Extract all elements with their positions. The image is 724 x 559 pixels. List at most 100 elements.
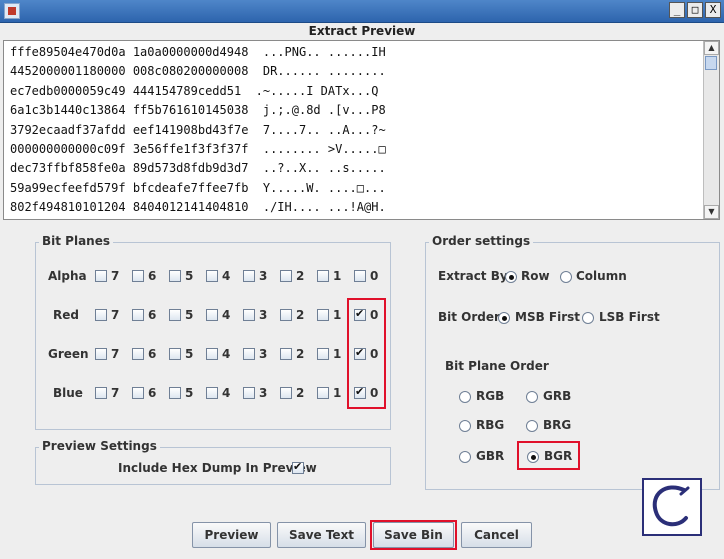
lsb-first-label[interactable]: LSB First xyxy=(599,310,660,324)
highlight-bit0-column xyxy=(347,298,386,409)
include-hex-label: Include Hex Dump In Preview xyxy=(118,461,317,475)
bit-number-label: 5 xyxy=(185,386,194,400)
bit-number-label: 2 xyxy=(296,269,305,283)
bit-checkbox-blue-1[interactable] xyxy=(317,387,329,399)
bit-number-label: 6 xyxy=(148,386,157,400)
hex-line: ec7edb0000059c49 444154789cedd51 .~.....… xyxy=(10,83,379,98)
hex-line: 000000000000c09f 3e56ffe1f3f3f37f ......… xyxy=(10,142,386,157)
bit-checkbox-red-1[interactable] xyxy=(317,309,329,321)
bit-checkbox-red-6[interactable] xyxy=(132,309,144,321)
bit-plane-row-label: Alpha xyxy=(48,269,87,283)
bit-number-label: 4 xyxy=(222,269,231,283)
bit-number-label: 1 xyxy=(333,269,342,283)
bit-planes-legend: Bit Planes xyxy=(39,234,114,248)
bit-checkbox-alpha-0[interactable] xyxy=(354,270,366,282)
bit-plane-row-label: Red xyxy=(53,308,79,322)
plane-order-rbg-radio[interactable] xyxy=(459,420,471,432)
bit-checkbox-alpha-6[interactable] xyxy=(132,270,144,282)
bit-checkbox-alpha-1[interactable] xyxy=(317,270,329,282)
order-settings-legend: Order settings xyxy=(429,234,534,248)
bit-checkbox-red-5[interactable] xyxy=(169,309,181,321)
preview-settings-group: Preview Settings Include Hex Dump In Pre… xyxy=(35,439,391,485)
bit-plane-row-label: Green xyxy=(48,347,89,361)
scroll-down-icon[interactable]: ▼ xyxy=(704,205,719,219)
preview-settings-legend: Preview Settings xyxy=(39,439,160,453)
plane-order-brg-radio[interactable] xyxy=(526,420,538,432)
scroll-thumb[interactable] xyxy=(705,56,717,70)
bit-checkbox-red-3[interactable] xyxy=(243,309,255,321)
bit-number-label: 7 xyxy=(111,269,120,283)
bit-checkbox-green-2[interactable] xyxy=(280,348,292,360)
plane-order-rgb-radio[interactable] xyxy=(459,391,471,403)
bit-checkbox-blue-6[interactable] xyxy=(132,387,144,399)
extract-by-row-label[interactable]: Row xyxy=(521,269,550,283)
logo xyxy=(642,478,702,536)
vertical-scrollbar[interactable]: ▲ ▼ xyxy=(703,41,719,219)
extract-by-column-radio[interactable] xyxy=(560,271,572,283)
bit-checkbox-alpha-7[interactable] xyxy=(95,270,107,282)
bit-checkbox-green-4[interactable] xyxy=(206,348,218,360)
hex-line: 4452000001180000 008c080200000008 DR....… xyxy=(10,64,386,79)
plane-order-brg-label[interactable]: BRG xyxy=(543,418,571,432)
bit-number-label: 7 xyxy=(111,386,120,400)
bit-checkbox-blue-5[interactable] xyxy=(169,387,181,399)
window-titlebar[interactable]: _ □ X xyxy=(0,0,724,23)
msb-first-radio[interactable] xyxy=(498,312,510,324)
minimize-button[interactable]: _ xyxy=(669,2,685,18)
cancel-button[interactable]: Cancel xyxy=(461,522,532,548)
bit-planes-group: Bit Planes Alpha76543210Red76543210Green… xyxy=(35,234,391,430)
bit-checkbox-blue-2[interactable] xyxy=(280,387,292,399)
bit-checkbox-green-3[interactable] xyxy=(243,348,255,360)
hex-line: dec73ffbf858fe0a 89d573d8fdb9d3d7 ..?..X… xyxy=(10,161,386,176)
bit-checkbox-alpha-4[interactable] xyxy=(206,270,218,282)
plane-order-rgb-label[interactable]: RGB xyxy=(476,389,504,403)
order-settings-group: Order settings Extract By Row Column Bit… xyxy=(425,234,720,490)
bit-checkbox-blue-7[interactable] xyxy=(95,387,107,399)
preview-title: Extract Preview xyxy=(308,24,416,38)
extract-by-column-label[interactable]: Column xyxy=(576,269,627,283)
plane-order-gbr-label[interactable]: GBR xyxy=(476,449,504,463)
bit-checkbox-alpha-2[interactable] xyxy=(280,270,292,282)
bit-number-label: 6 xyxy=(148,308,157,322)
window-controls: _ □ X xyxy=(669,2,721,18)
include-hex-checkbox[interactable] xyxy=(292,460,304,474)
app-icon xyxy=(4,3,20,19)
extract-by-row-radio[interactable] xyxy=(505,271,517,283)
highlight-bgr-option xyxy=(517,441,580,470)
save-text-button[interactable]: Save Text xyxy=(277,522,366,548)
bit-checkbox-blue-4[interactable] xyxy=(206,387,218,399)
bit-number-label: 2 xyxy=(296,308,305,322)
bit-number-label: 7 xyxy=(111,308,120,322)
plane-order-rbg-label[interactable]: RBG xyxy=(476,418,504,432)
hex-line: 1012047eedfe0fd3 739b95dd39c3f4dc ...~..… xyxy=(10,218,386,219)
bit-number-label: 3 xyxy=(259,269,268,283)
lsb-first-radio[interactable] xyxy=(582,312,594,324)
bit-number-label: 5 xyxy=(185,347,194,361)
bit-number-label: 5 xyxy=(185,269,194,283)
bit-number-label: 1 xyxy=(333,386,342,400)
bit-checkbox-green-5[interactable] xyxy=(169,348,181,360)
maximize-button[interactable]: □ xyxy=(687,2,703,18)
bit-checkbox-blue-3[interactable] xyxy=(243,387,255,399)
bit-checkbox-green-1[interactable] xyxy=(317,348,329,360)
bit-checkbox-red-7[interactable] xyxy=(95,309,107,321)
bit-checkbox-red-4[interactable] xyxy=(206,309,218,321)
hex-preview-area[interactable]: fffe89504e470d0a 1a0a0000000d4948 ...PNG… xyxy=(3,40,720,220)
plane-order-gbr-radio[interactable] xyxy=(459,451,471,463)
bit-checkbox-alpha-5[interactable] xyxy=(169,270,181,282)
bit-checkbox-red-2[interactable] xyxy=(280,309,292,321)
preview-button[interactable]: Preview xyxy=(192,522,271,548)
bit-checkbox-green-6[interactable] xyxy=(132,348,144,360)
plane-order-grb-label[interactable]: GRB xyxy=(543,389,571,403)
plane-order-grb-radio[interactable] xyxy=(526,391,538,403)
msb-first-label[interactable]: MSB First xyxy=(515,310,580,324)
close-button[interactable]: X xyxy=(705,2,721,18)
hex-line: fffe89504e470d0a 1a0a0000000d4948 ...PNG… xyxy=(10,45,386,59)
bit-checkbox-green-7[interactable] xyxy=(95,348,107,360)
hex-line: 3792ecaadf37afdd eef141908bd43f7e 7....7… xyxy=(10,122,386,137)
bit-number-label: 5 xyxy=(185,308,194,322)
bit-checkbox-alpha-3[interactable] xyxy=(243,270,255,282)
scroll-up-icon[interactable]: ▲ xyxy=(704,41,719,55)
highlight-save-bin xyxy=(370,520,457,550)
bit-number-label: 4 xyxy=(222,386,231,400)
